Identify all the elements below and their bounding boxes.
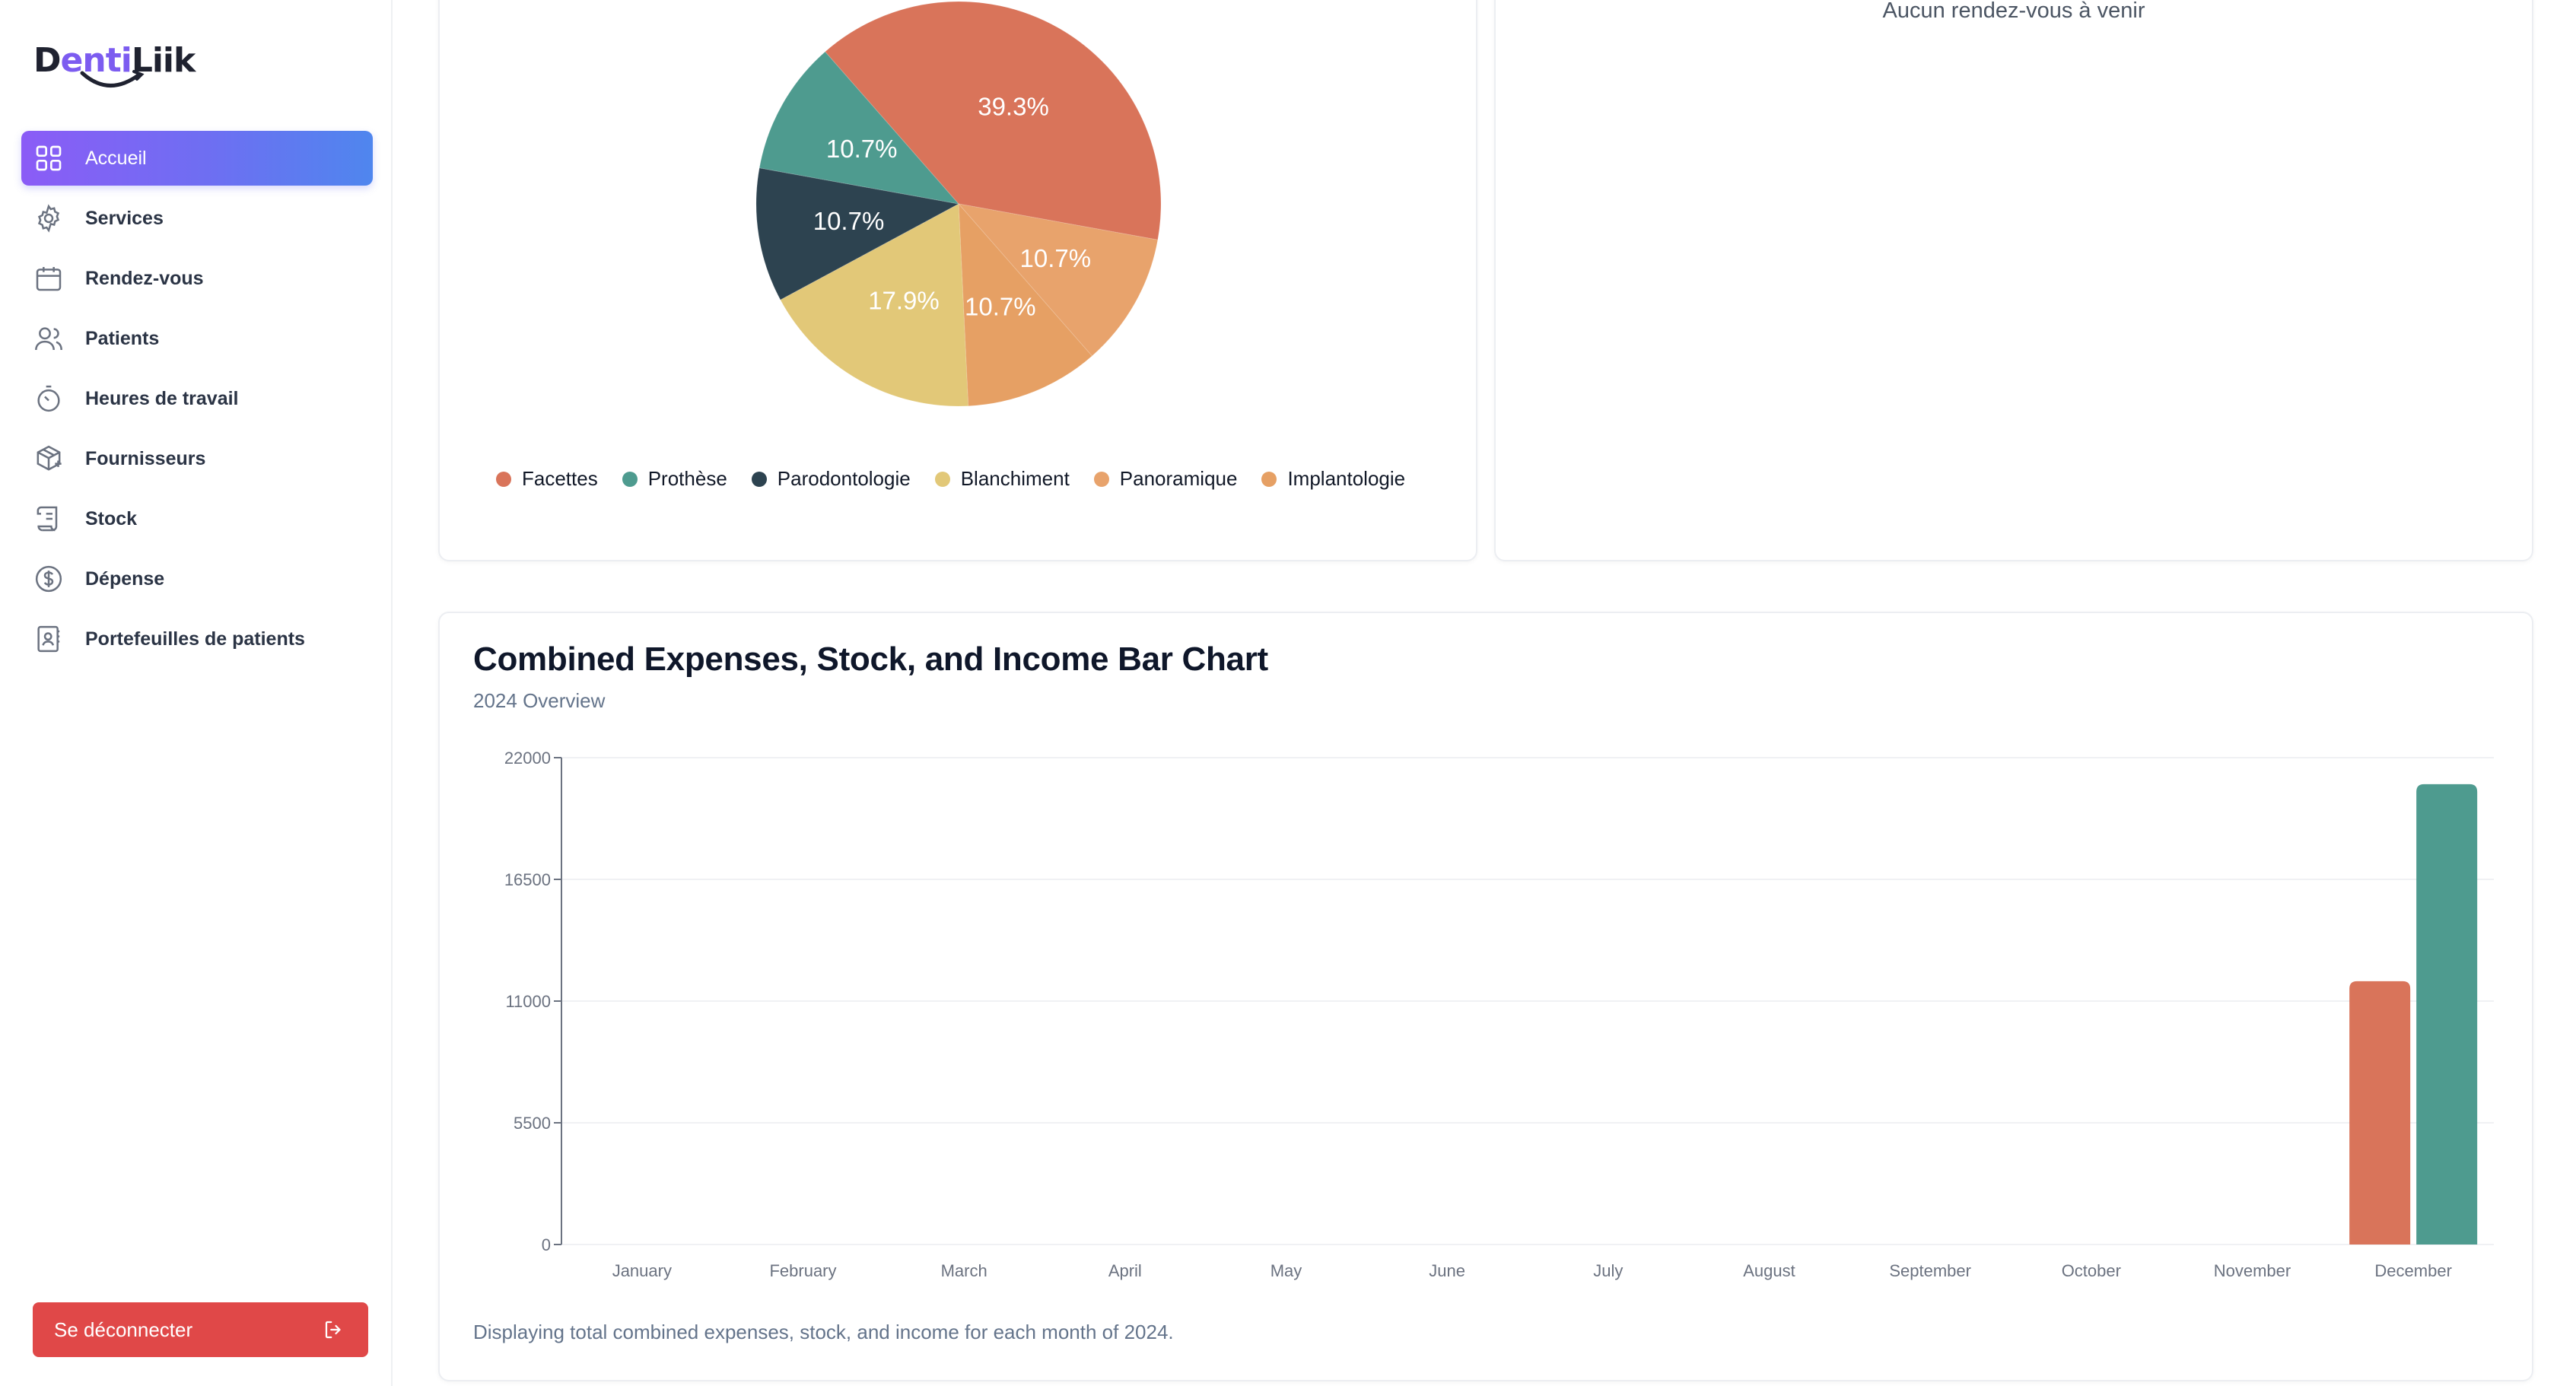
- bar-chart-card: Combined Expenses, Stock, and Income Bar…: [438, 612, 2533, 1381]
- legend-dot: [1261, 471, 1277, 487]
- legend-item-parodontologie: Parodontologie: [751, 467, 911, 491]
- services-pie-card: 39.3% 10.7% 10.7% 17.9% 10.7% 10.7% Facettes …: [438, 0, 1477, 561]
- legend-dot: [496, 471, 511, 487]
- legend-label: Parodontologie: [777, 467, 911, 490]
- legend-label: Facettes: [522, 467, 598, 490]
- x-tick-label: April: [1108, 1261, 1142, 1280]
- y-tick-label: 16500: [504, 870, 551, 889]
- sidebar-item-label: Accueil: [85, 147, 147, 169]
- sidebar-item-label: Stock: [85, 507, 138, 529]
- scroll-icon: [33, 504, 64, 534]
- legend-label: Implantologie: [1287, 467, 1406, 490]
- pie-slice-label: 10.7%: [1020, 244, 1092, 272]
- legend-item-panoramique: Panoramique: [1093, 467, 1238, 491]
- sidebar-item-fournisseurs[interactable]: Fournisseurs: [21, 431, 373, 486]
- contact-book-icon: [33, 624, 64, 654]
- x-tick-label: February: [769, 1261, 836, 1280]
- logout-button[interactable]: Se déconnecter: [33, 1302, 368, 1357]
- sidebar-item-accueil[interactable]: Accueil: [21, 131, 373, 186]
- x-tick-label: November: [2214, 1261, 2291, 1280]
- pie-slice-label: 10.7%: [826, 135, 898, 163]
- legend-item-implantologie: Implantologie: [1261, 467, 1405, 491]
- sidebar-item-label: Services: [85, 207, 164, 229]
- sidebar-item-portefeuilles-de-patients[interactable]: Portefeuilles de patients: [21, 612, 373, 666]
- monthly-bar-chart: 0 5500 11000 16500 22000 January February March…: [504, 749, 2494, 1280]
- legend-item-prothese: Prothèse: [622, 467, 727, 491]
- sidebar-item-label: Heures de travail: [85, 387, 239, 409]
- legend-label: Blanchiment: [960, 467, 1070, 490]
- dollar-circle-icon: [33, 564, 64, 594]
- x-tick-label: July: [1593, 1261, 1623, 1280]
- legend-dot: [934, 471, 950, 487]
- sidebar-item-rendez-vous[interactable]: Rendez-vous: [21, 251, 373, 306]
- sidebar-item-stock[interactable]: Stock: [21, 491, 373, 546]
- brand-logo[interactable]: DentiLiik: [33, 38, 196, 99]
- sidebar-item-patients[interactable]: Patients: [21, 311, 373, 366]
- sidebar-item-label: Rendez-vous: [85, 267, 204, 289]
- legend-item-facettes: Facettes: [496, 467, 598, 491]
- package-icon: [33, 443, 64, 474]
- y-tick-label: 11000: [505, 992, 551, 1011]
- x-tick-label: May: [1271, 1261, 1302, 1280]
- sidebar-item-label: Patients: [85, 327, 160, 349]
- y-tick-label: 0: [542, 1235, 551, 1254]
- users-icon: [33, 323, 64, 354]
- x-tick-label: September: [1889, 1261, 1971, 1280]
- sidebar-nav: Accueil Services Rendez-vous Patients He…: [21, 131, 373, 672]
- sidebar: DentiLiik Accueil Services Rendez-vous P…: [0, 0, 393, 1386]
- y-tick-label: 22000: [504, 749, 551, 768]
- legend-dot: [622, 471, 638, 487]
- x-tick-label: June: [1429, 1261, 1465, 1280]
- x-tick-label: January: [612, 1261, 672, 1280]
- bar-december-0[interactable]: [2349, 981, 2411, 1245]
- logout-label: Se déconnecter: [54, 1318, 193, 1341]
- calendar-icon: [33, 263, 64, 294]
- y-tick-label: 5500: [514, 1114, 551, 1133]
- grid-icon: [33, 143, 64, 173]
- sidebar-item-label: Fournisseurs: [85, 447, 206, 469]
- pie-slice-label: 39.3%: [978, 93, 1049, 121]
- chart-footer: Displaying total combined expenses, stoc…: [473, 1321, 1174, 1343]
- sidebar-item-services[interactable]: Services: [21, 191, 373, 246]
- pie-slice-label: 10.7%: [813, 207, 885, 235]
- upcoming-appointments-card: Aucun rendez-vous à venir: [1494, 0, 2533, 561]
- sidebar-item-label: Portefeuilles de patients: [85, 628, 305, 650]
- legend-label: Prothèse: [647, 467, 727, 490]
- legend-item-blanchiment: Blanchiment: [934, 467, 1070, 491]
- legend-label: Panoramique: [1119, 467, 1238, 490]
- pie-slice-label: 17.9%: [868, 286, 940, 314]
- legend-dot: [1093, 471, 1109, 487]
- x-tick-label: December: [2374, 1261, 2451, 1280]
- sidebar-item-depense[interactable]: Dépense: [21, 552, 373, 606]
- x-tick-label: August: [1743, 1261, 1795, 1280]
- sidebar-item-heures-de-travail[interactable]: Heures de travail: [21, 371, 373, 426]
- empty-appointments-text: Aucun rendez-vous à venir: [1882, 0, 2145, 23]
- logout-icon: [325, 1321, 341, 1339]
- bar-december-1[interactable]: [2416, 784, 2478, 1245]
- x-tick-label: October: [2062, 1261, 2121, 1280]
- legend-dot: [751, 471, 767, 487]
- x-tick-label: March: [941, 1261, 987, 1280]
- timer-icon: [33, 383, 64, 414]
- pie-legend: Facettes Prothèse Parodontologie Blanchi…: [496, 467, 1430, 491]
- services-pie-chart: 39.3% 10.7% 10.7% 17.9% 10.7% 10.7%: [755, 1, 1162, 407]
- pie-slice-label: 10.7%: [965, 293, 1036, 321]
- gear-icon: [33, 203, 64, 234]
- sidebar-item-label: Dépense: [85, 567, 165, 590]
- smile-icon: [80, 70, 145, 87]
